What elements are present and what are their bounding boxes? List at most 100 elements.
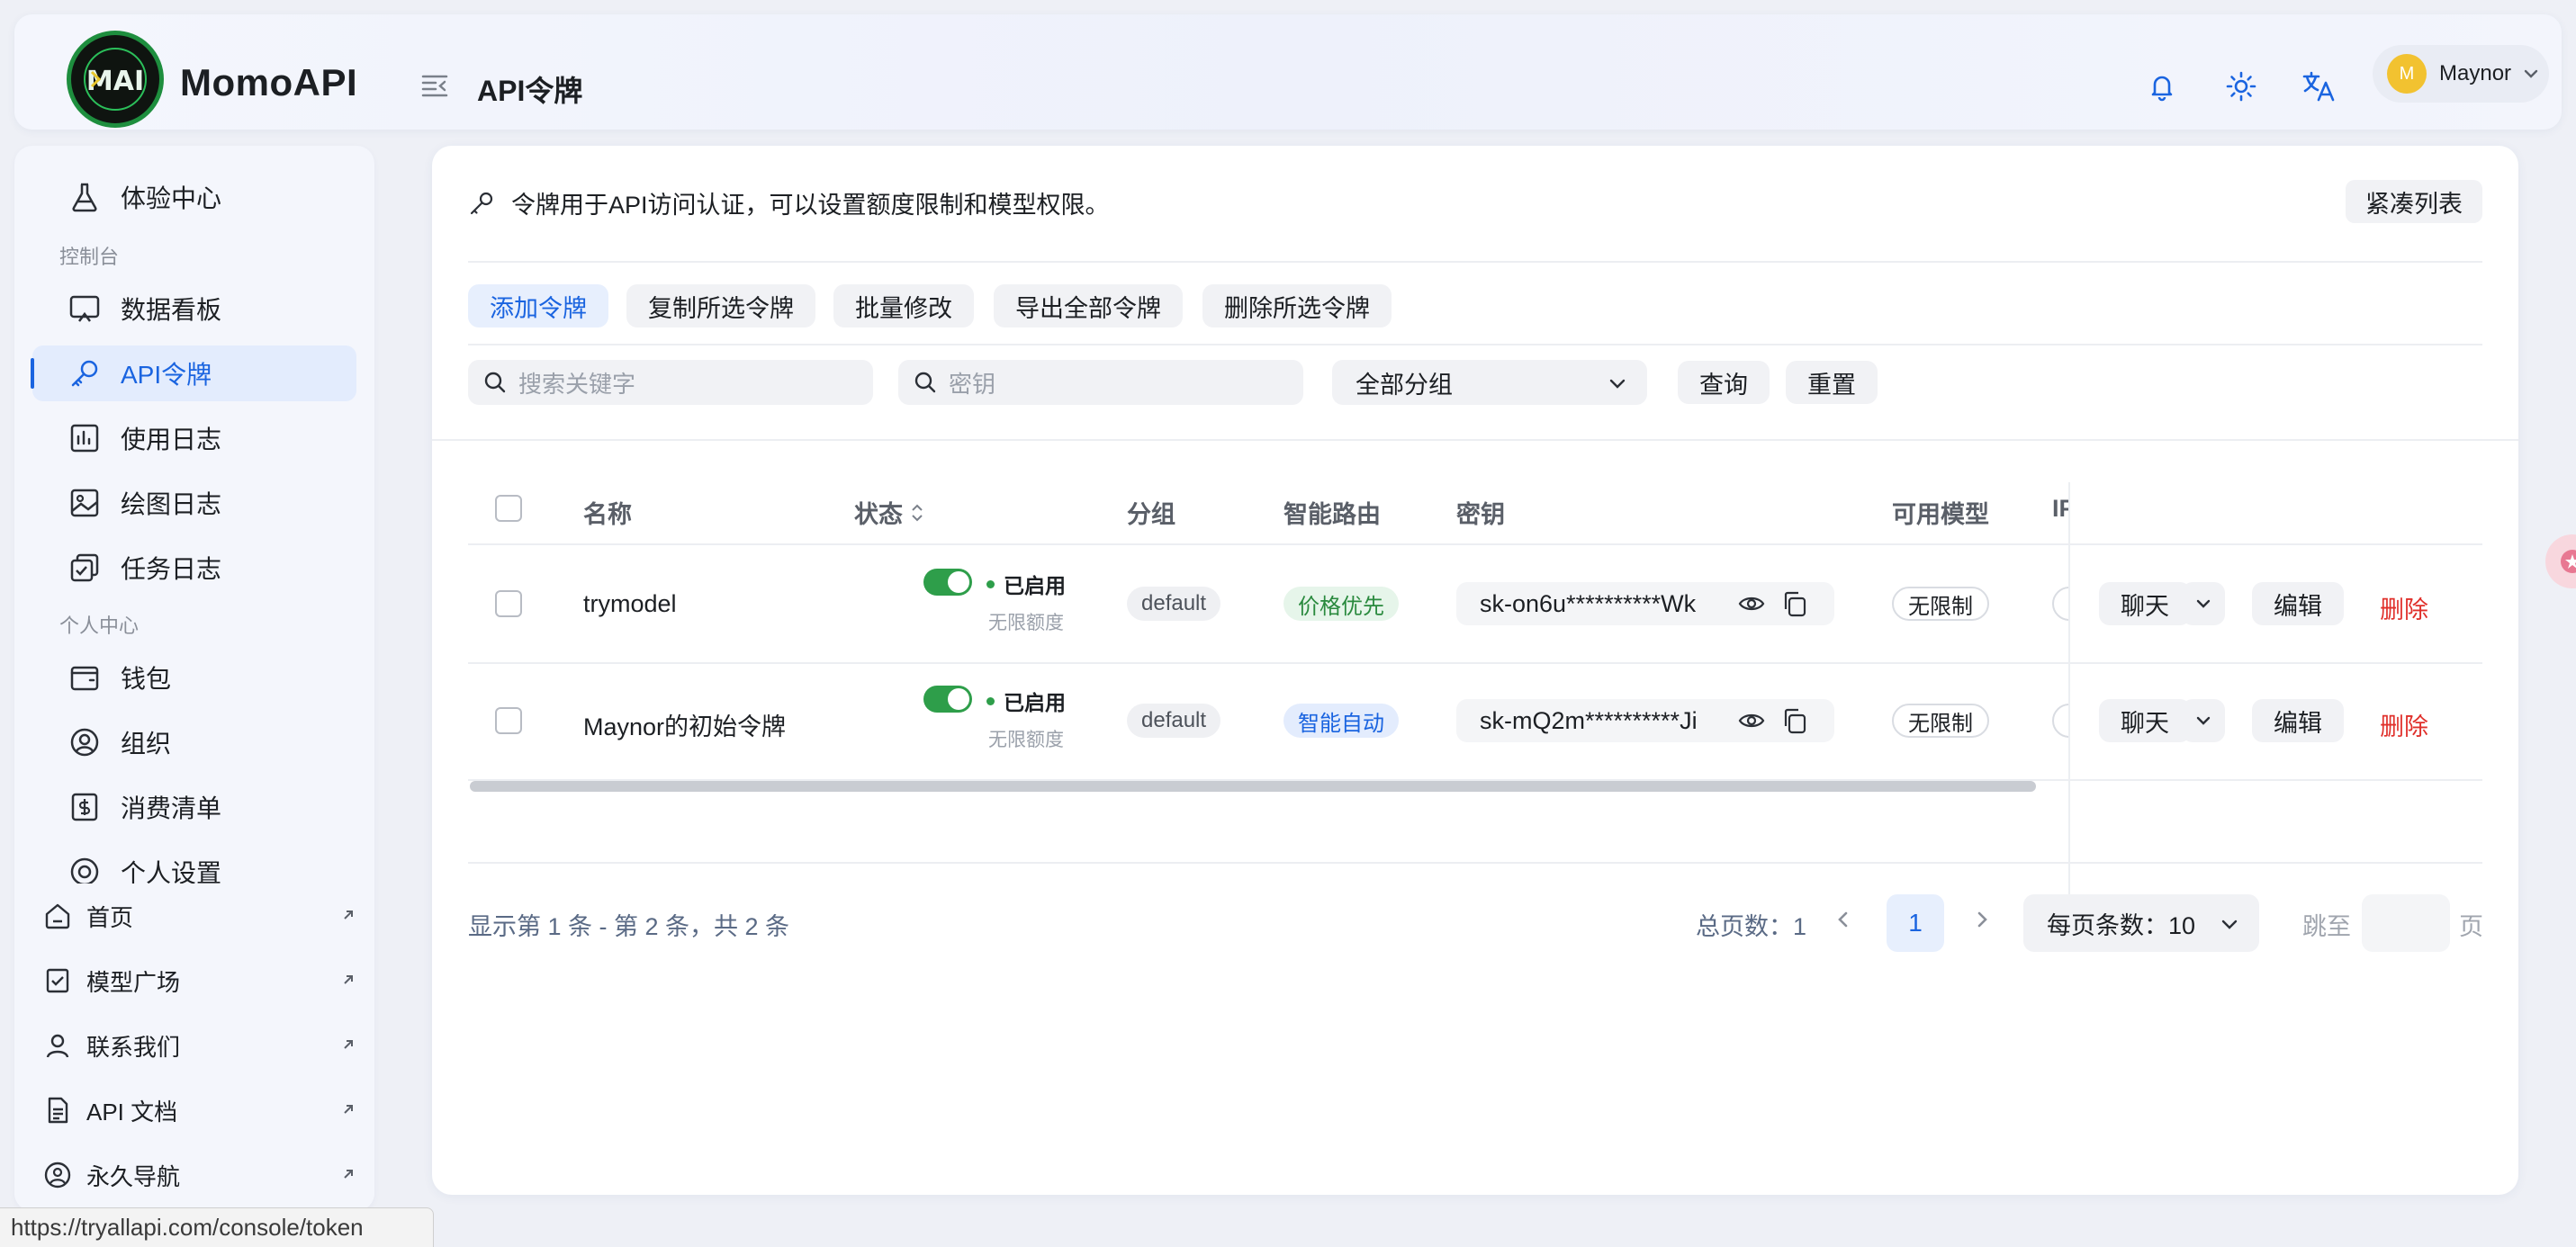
edit-button[interactable]: 编辑 — [2252, 582, 2344, 625]
sidebar-item-drawing-log[interactable]: 绘图日志 — [32, 475, 356, 531]
sidebar-item-usage-log[interactable]: 使用日志 — [32, 410, 356, 466]
sidebar-item-org[interactable]: 组织 — [32, 714, 356, 770]
routing-tag: 智能自动 — [1283, 704, 1399, 738]
jump-page-input[interactable] — [2362, 894, 2450, 952]
sidebar-item-label: 绘图日志 — [121, 490, 222, 518]
link-permanent-nav[interactable]: 永久导航 — [41, 1150, 356, 1200]
export-all-button[interactable]: 导出全部令牌 — [994, 284, 1183, 327]
momoapi-logo[interactable]: MAI — [67, 31, 164, 128]
user-menu[interactable]: M Maynor — [2373, 45, 2549, 103]
copy-selected-button[interactable]: 复制所选令牌 — [626, 284, 815, 327]
chevron-down-icon — [1608, 373, 1627, 393]
key-search-input[interactable]: 密钥 — [898, 360, 1303, 405]
row-checkbox[interactable] — [495, 590, 522, 617]
chevron-down-icon — [2196, 599, 2211, 608]
dashboard-icon — [67, 291, 103, 327]
link-api-docs[interactable]: API 文档 — [41, 1085, 356, 1135]
row-checkbox[interactable] — [495, 707, 522, 734]
avatar: M — [2387, 54, 2427, 94]
copy-icon[interactable] — [1780, 706, 1809, 735]
sidebar-item-label: 任务日志 — [121, 555, 222, 583]
group-select[interactable]: 全部分组 — [1332, 360, 1647, 405]
org-icon — [67, 724, 103, 760]
status-dot — [986, 696, 995, 705]
delete-selected-button[interactable]: 删除所选令牌 — [1202, 284, 1392, 327]
eye-icon[interactable] — [1737, 589, 1766, 618]
sidebar-item-dashboard[interactable]: 数据看板 — [32, 281, 356, 336]
sidebar-item-label: 使用日志 — [121, 426, 222, 453]
floating-assistant-icon[interactable] — [2545, 534, 2576, 588]
quota-text: 无限额度 — [988, 613, 1064, 633]
bell-icon[interactable] — [2144, 68, 2180, 104]
quota-text: 无限额度 — [988, 730, 1064, 750]
sidebar: 体验中心 控制台 数据看板 API令牌 使用日志 绘图日志 任务日志 个人中心 — [14, 146, 374, 1211]
column-status[interactable]: 状态 — [854, 495, 924, 530]
link-label: API 文档 — [86, 1098, 178, 1126]
search-icon — [482, 370, 508, 395]
image-icon — [67, 485, 103, 521]
delete-button[interactable]: 删除 — [2380, 590, 2428, 625]
next-page-icon[interactable] — [1960, 898, 2004, 941]
copy-icon[interactable] — [1780, 589, 1809, 618]
ip-cell — [2052, 704, 2068, 738]
divider — [468, 344, 2482, 345]
chat-button[interactable]: 聊天 — [2099, 582, 2191, 625]
sort-icon[interactable] — [910, 501, 924, 525]
bill-icon — [67, 789, 103, 825]
eye-icon[interactable] — [1737, 706, 1766, 735]
compact-list-button[interactable]: 紧凑列表 — [2346, 180, 2482, 223]
sidebar-collapse-icon[interactable] — [419, 70, 450, 101]
sidebar-item-experience[interactable]: 体验中心 — [32, 169, 356, 225]
link-model-market[interactable]: 模型广场 — [41, 955, 356, 1006]
link-contact[interactable]: 联系我们 — [41, 1020, 356, 1071]
keyword-search-input[interactable]: 搜索关键字 — [468, 360, 873, 405]
sidebar-item-api-tokens[interactable]: API令牌 — [31, 345, 356, 401]
key-display: sk-on6u**********Wk — [1456, 582, 1834, 625]
page-button-current[interactable]: 1 — [1887, 894, 1944, 952]
chat-dropdown-button[interactable] — [2182, 582, 2225, 625]
translate-icon[interactable] — [2301, 68, 2337, 104]
delete-button[interactable]: 删除 — [2380, 707, 2428, 742]
sidebar-item-label: 体验中心 — [121, 184, 222, 212]
sun-icon[interactable] — [2223, 68, 2259, 104]
keyword-placeholder: 搜索关键字 — [518, 370, 636, 398]
status-text: 已启用 — [1004, 574, 1066, 597]
batch-edit-button[interactable]: 批量修改 — [833, 284, 974, 327]
query-button[interactable]: 查询 — [1678, 361, 1770, 404]
nav-icon — [41, 1159, 74, 1191]
app-name: MomoAPI — [180, 61, 358, 103]
status-toggle[interactable] — [923, 569, 972, 596]
link-label: 联系我们 — [86, 1033, 181, 1061]
column-ip: IP — [2052, 495, 2068, 522]
edit-button[interactable]: 编辑 — [2252, 699, 2344, 742]
sidebar-item-label: API令牌 — [121, 361, 212, 389]
select-all-checkbox[interactable] — [495, 495, 522, 522]
divider — [468, 862, 2482, 864]
external-arrow-icon — [340, 1101, 356, 1117]
prev-page-icon[interactable] — [1822, 898, 1865, 941]
link-label: 首页 — [86, 903, 134, 931]
add-token-button[interactable]: 添加令牌 — [468, 284, 608, 327]
external-arrow-icon — [340, 1166, 356, 1182]
routing-tag: 价格优先 — [1283, 587, 1399, 621]
link-home[interactable]: 首页 — [41, 891, 356, 941]
info-text: 令牌用于API访问认证，可以设置额度限制和模型权限。 — [511, 192, 1110, 219]
horizontal-scrollbar[interactable] — [470, 781, 2036, 792]
status-toggle[interactable] — [923, 686, 972, 713]
reset-button[interactable]: 重置 — [1786, 361, 1878, 404]
chat-button[interactable]: 聊天 — [2099, 699, 2191, 742]
page-size-select[interactable]: 每页条数：10 — [2023, 894, 2259, 952]
divider — [432, 439, 2518, 441]
sidebar-item-label: 组织 — [121, 730, 172, 758]
external-arrow-icon — [340, 1036, 356, 1053]
chat-dropdown-button[interactable] — [2182, 699, 2225, 742]
user-name: Maynor — [2439, 61, 2512, 85]
sidebar-item-wallet[interactable]: 钱包 — [32, 650, 356, 705]
sticky-column-divider — [2068, 482, 2070, 925]
sidebar-item-task-log[interactable]: 任务日志 — [32, 540, 356, 596]
sidebar-item-bill[interactable]: 消费清单 — [32, 779, 356, 835]
section-console-label: 控制台 — [59, 246, 120, 268]
group-tag: default — [1127, 704, 1221, 738]
pagination-summary: 显示第 1 条 - 第 2 条，共 2 条 — [468, 913, 790, 940]
sidebar-links: 首页 模型广场 联系我们 API 文档 永久导航 — [14, 884, 374, 1211]
